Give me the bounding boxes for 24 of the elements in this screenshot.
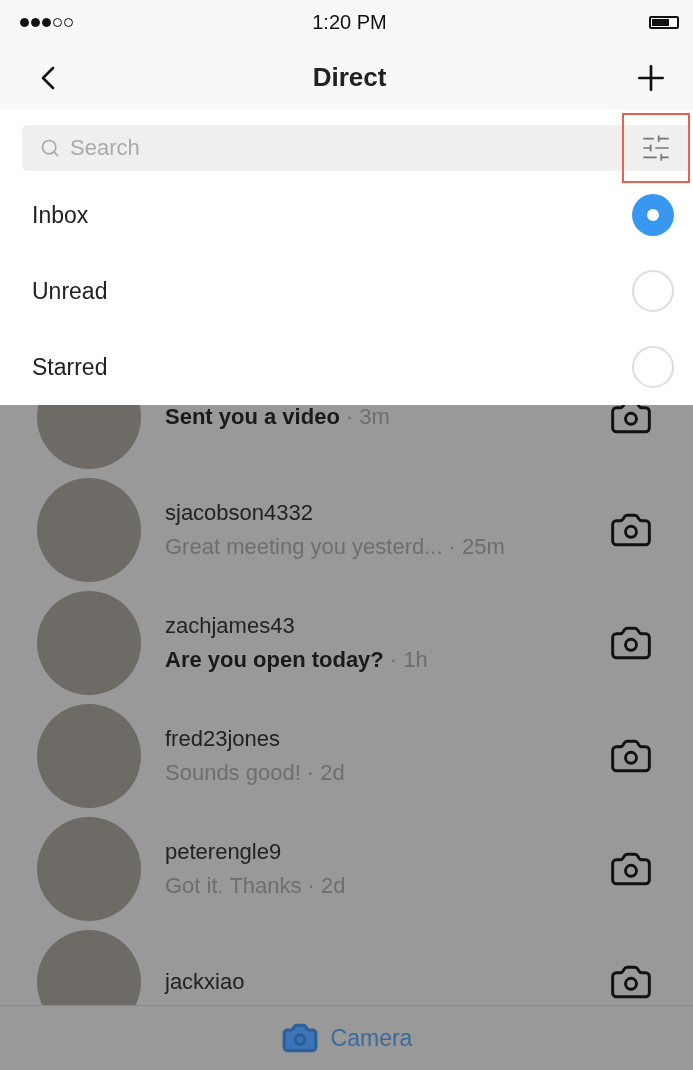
filter-option[interactable]: Starred (16, 329, 690, 405)
radio-button[interactable] (632, 194, 674, 236)
username: peterengle9 (165, 838, 283, 865)
filter-label: Unread (32, 277, 108, 305)
username: sjacobson4332 (165, 499, 314, 526)
filter-option[interactable]: Unread (16, 253, 690, 329)
battery-icon (649, 16, 679, 29)
message-preview: Sent you a video (165, 403, 340, 430)
filter-label: Inbox (32, 201, 89, 229)
username: jackxiao (165, 968, 246, 995)
search-icon (40, 138, 60, 158)
search-input[interactable]: Search (68, 134, 368, 162)
message-preview: Are you open today? (165, 646, 384, 673)
radio-button[interactable] (632, 346, 674, 388)
username: fred23jones (165, 725, 281, 752)
status-time: 1:20 PM (312, 11, 387, 34)
username: zachjames43 (165, 612, 296, 639)
screen-title: Direct (312, 62, 387, 93)
filter-label: Starred (32, 353, 108, 381)
sliders-icon (640, 132, 672, 164)
filter-button[interactable] (622, 113, 690, 183)
filter-option[interactable]: Inbox (16, 177, 690, 253)
search-field[interactable]: Search (22, 125, 622, 171)
radio-button[interactable] (632, 270, 674, 312)
